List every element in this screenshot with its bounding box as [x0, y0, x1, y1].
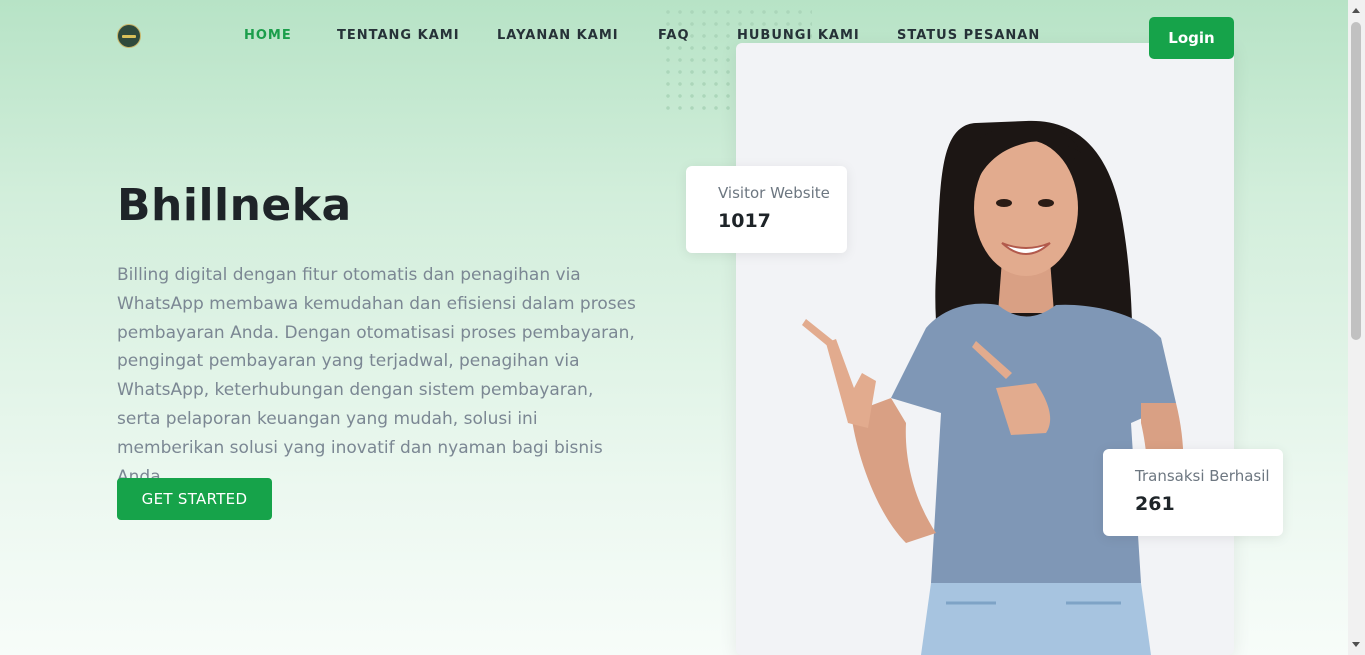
hero-title: Bhillneka [117, 180, 352, 231]
nav-tentang-kami[interactable]: TENTANG KAMI [337, 28, 460, 43]
hero-photo-card [736, 43, 1234, 655]
nav-layanan-kami[interactable]: LAYANAN KAMI [497, 28, 619, 43]
transactions-stat-label: Transaksi Berhasil [1135, 467, 1270, 485]
nav-status-pesanan[interactable]: STATUS PESANAN [897, 28, 1040, 43]
visitor-stat-card: Visitor Website 1017 [686, 166, 847, 253]
get-started-button[interactable]: GET STARTED [117, 478, 272, 520]
scroll-up-arrow-icon[interactable] [1352, 8, 1360, 13]
scrollbar-thumb[interactable] [1351, 22, 1361, 340]
scroll-down-arrow-icon[interactable] [1352, 642, 1360, 647]
visitor-stat-value: 1017 [718, 210, 771, 232]
nav-hubungi-kami[interactable]: HUBUNGI KAMI [737, 28, 860, 43]
woman-pointing-illustration [802, 120, 1184, 655]
transactions-stat-card: Transaksi Berhasil 261 [1103, 449, 1283, 536]
hero-section: HOME TENTANG KAMI LAYANAN KAMI FAQ HUBUN… [0, 0, 1348, 655]
hero-description: Billing digital dengan fitur otomatis da… [117, 265, 636, 487]
login-button[interactable]: Login [1149, 17, 1234, 59]
transactions-stat-value: 261 [1135, 493, 1175, 515]
visitor-stat-label: Visitor Website [718, 184, 830, 202]
brand-logo[interactable] [117, 24, 141, 48]
vertical-scrollbar[interactable] [1348, 0, 1365, 655]
nav-home[interactable]: HOME [244, 28, 292, 43]
nav-faq[interactable]: FAQ [658, 28, 690, 43]
